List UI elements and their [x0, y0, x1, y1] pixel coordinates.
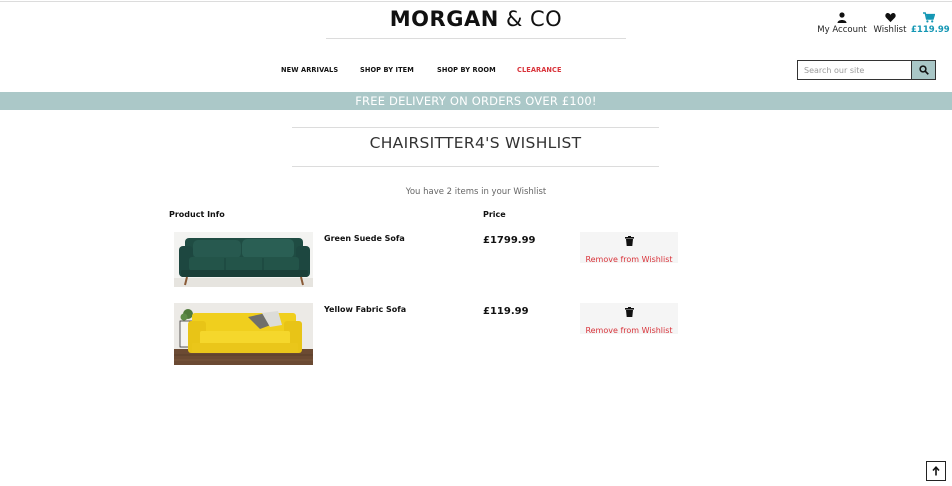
- product-image[interactable]: [174, 303, 313, 365]
- list-item: Green Suede Sofa £1799.99 Remove from Wi…: [174, 232, 694, 294]
- remove-label: Remove from Wishlist: [585, 255, 673, 264]
- product-price: £119.99: [483, 306, 529, 317]
- title-divider-top: [292, 127, 659, 128]
- product-name[interactable]: Yellow Fabric Sofa: [324, 305, 406, 314]
- nav-shop-by-item[interactable]: SHOP BY ITEM: [360, 66, 414, 74]
- cart-link[interactable]: £119.99: [911, 12, 950, 35]
- search-icon: [918, 65, 929, 75]
- column-header-product-info: Product Info: [169, 210, 225, 219]
- heart-icon: [884, 13, 896, 23]
- wishlist-link[interactable]: Wishlist: [872, 12, 908, 35]
- brand-name-bold: MORGAN: [389, 7, 499, 31]
- promo-banner: FREE DELIVERY ON ORDERS OVER £100!: [0, 92, 952, 110]
- page-title: CHAIRSITTER4'S WISHLIST: [369, 134, 582, 152]
- wishlist-count: You have 2 items in your Wishlist: [405, 187, 547, 197]
- trash-icon: [624, 307, 634, 317]
- product-image[interactable]: [174, 232, 313, 287]
- user-icon: [837, 12, 847, 23]
- brand-divider: [326, 38, 626, 39]
- list-item: Yellow Fabric Sofa £119.99 Remove from W…: [174, 303, 694, 365]
- brand-logo[interactable]: MORGAN & CO: [326, 7, 626, 31]
- nav-shop-by-room[interactable]: SHOP BY ROOM: [437, 66, 496, 74]
- remove-from-wishlist-button[interactable]: Remove from Wishlist: [580, 232, 678, 264]
- search-button[interactable]: [911, 61, 935, 79]
- product-price: £1799.99: [483, 235, 536, 246]
- search-input[interactable]: [798, 61, 912, 79]
- nav-clearance[interactable]: CLEARANCE: [517, 66, 562, 74]
- column-header-price: Price: [483, 210, 506, 219]
- search-bar: [797, 60, 936, 80]
- trash-icon: [624, 236, 634, 246]
- back-to-top-button[interactable]: [926, 461, 946, 481]
- arrow-up-icon: [932, 466, 940, 476]
- top-divider: [0, 1, 952, 2]
- wishlist-label: Wishlist: [873, 25, 907, 35]
- product-name[interactable]: Green Suede Sofa: [324, 234, 405, 243]
- brand-name-rest: & CO: [505, 7, 563, 31]
- cart-icon: [923, 12, 935, 23]
- remove-from-wishlist-button[interactable]: Remove from Wishlist: [580, 303, 678, 335]
- remove-label: Remove from Wishlist: [585, 326, 673, 335]
- my-account-link[interactable]: My Account: [812, 12, 872, 35]
- title-divider-bottom: [292, 166, 659, 167]
- cart-total: £119.99: [911, 25, 950, 35]
- nav-new-arrivals[interactable]: NEW ARRIVALS: [281, 66, 338, 74]
- my-account-label: My Account: [817, 25, 867, 35]
